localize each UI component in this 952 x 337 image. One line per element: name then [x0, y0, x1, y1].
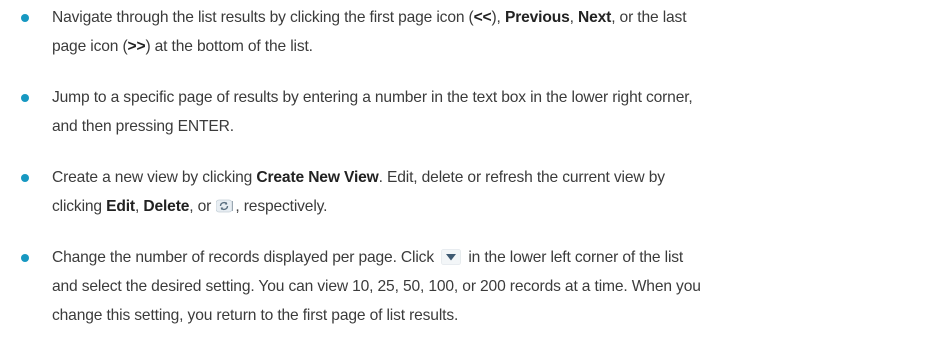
bullet-icon — [21, 94, 29, 102]
item-text: and then pressing ENTER. — [52, 118, 234, 135]
item-text: clicking — [52, 198, 107, 215]
item-text: and select the desired setting. You can … — [52, 278, 701, 295]
item-text: . Edit, delete or refresh the current vi… — [378, 169, 665, 186]
previous-label: Previous — [504, 9, 570, 26]
item-text: Jump to a specific page of results by en… — [52, 89, 693, 106]
item-text: , — [569, 9, 578, 26]
delete-label: Delete — [143, 198, 190, 215]
last-page-label: >> — [127, 38, 146, 55]
item-text: Navigate through the list results by cli… — [52, 9, 474, 26]
item-text: , or — [189, 198, 216, 215]
next-label: Next — [577, 9, 612, 26]
item-text: Change the number of records displayed p… — [52, 249, 439, 266]
dropdown-arrow-icon — [441, 246, 462, 265]
bullet-icon — [21, 254, 29, 262]
item-text: Create a new view by clicking — [52, 169, 257, 186]
list-item: Create a new view by clicking Create New… — [0, 163, 952, 221]
item-text: change this setting, you return to the f… — [52, 307, 459, 324]
first-page-label: << — [473, 9, 492, 26]
refresh-icon — [215, 194, 234, 213]
item-text: ), — [491, 9, 505, 26]
item-text: ) at the bottom of the list. — [145, 38, 313, 55]
item-text: in the lower left corner of the list — [464, 249, 684, 266]
list-item: Navigate through the list results by cli… — [0, 3, 952, 61]
item-text: , respectively. — [235, 198, 328, 215]
edit-label: Edit — [106, 198, 135, 215]
create-new-view-label: Create New View — [256, 169, 379, 186]
item-text: , or the last — [611, 9, 687, 26]
list-item: Change the number of records displayed p… — [0, 243, 952, 330]
bullet-icon — [21, 174, 29, 182]
list-item: Jump to a specific page of results by en… — [0, 83, 952, 141]
item-text: page icon ( — [52, 38, 128, 55]
bullet-icon — [21, 14, 29, 22]
